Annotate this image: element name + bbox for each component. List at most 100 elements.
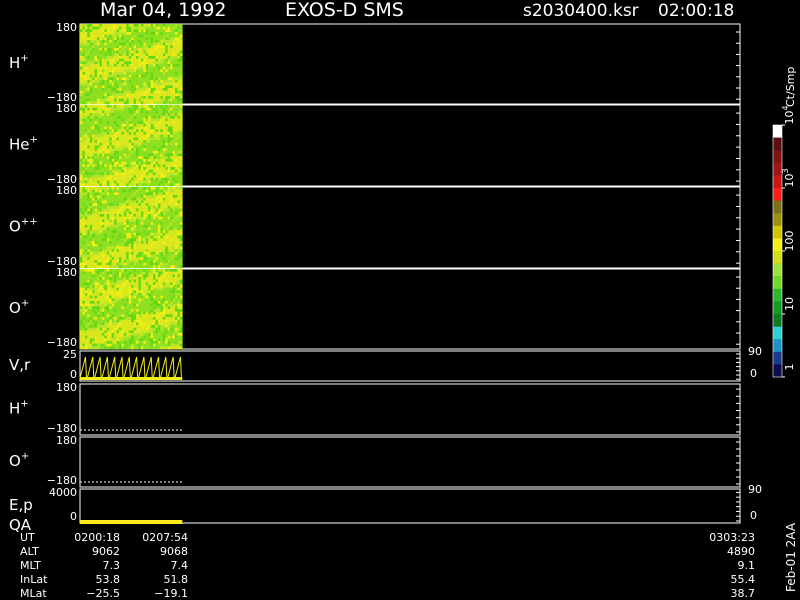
spectrogram-cell bbox=[116, 126, 120, 130]
spectrogram-cell bbox=[143, 113, 147, 117]
spectrogram-cell bbox=[116, 257, 120, 261]
spectrogram-cell bbox=[114, 107, 117, 111]
spectrogram-cell bbox=[106, 269, 110, 272]
spectrogram-cell bbox=[128, 148, 132, 152]
spectrogram-cell bbox=[136, 197, 139, 201]
spectrogram-cell bbox=[145, 137, 149, 141]
spectrogram-cell bbox=[84, 32, 88, 35]
spectrogram-cell bbox=[116, 77, 120, 81]
spectrogram-cell bbox=[174, 251, 178, 255]
spectrogram-cell bbox=[153, 45, 156, 49]
spectrogram-cell bbox=[179, 285, 183, 288]
spectrogram-cell bbox=[165, 175, 168, 179]
spectrogram-cell bbox=[140, 189, 144, 193]
spectrogram-cell bbox=[126, 53, 130, 57]
spectrogram-cell bbox=[89, 205, 93, 209]
spectrogram-cell bbox=[136, 29, 139, 33]
spectrogram-cell bbox=[126, 285, 130, 288]
spectrogram-cell bbox=[145, 216, 149, 220]
spectrogram-cell bbox=[150, 317, 154, 320]
spectrogram-cell bbox=[179, 88, 183, 91]
spectrogram-cell bbox=[138, 306, 142, 310]
spectrogram-cell bbox=[143, 164, 147, 168]
spectrogram-cell bbox=[138, 177, 142, 181]
spectrogram-cell bbox=[145, 177, 149, 181]
spectrogram-cell bbox=[174, 285, 178, 288]
spectrogram-cell bbox=[92, 311, 95, 315]
spectrogram-cell bbox=[106, 113, 110, 117]
spectrogram-cell bbox=[84, 134, 88, 138]
spectrogram-cell bbox=[92, 205, 95, 209]
spectrogram-cell bbox=[109, 26, 112, 30]
spectrogram-cell bbox=[153, 156, 156, 160]
spectrogram-cell bbox=[177, 26, 181, 30]
spectrogram-cell bbox=[136, 159, 139, 162]
spectrogram-cell bbox=[143, 259, 147, 263]
spectrogram-cell bbox=[170, 167, 173, 171]
spectrogram-cell bbox=[114, 64, 117, 67]
spectrogram-cell bbox=[150, 58, 154, 62]
spectrogram-cell bbox=[136, 121, 139, 125]
chart-header: Mar 04, 1992 EXOS-D SMS s2030400.ksr 02:… bbox=[100, 0, 734, 21]
spectrogram-cell bbox=[80, 137, 83, 141]
spectrogram-cell bbox=[82, 338, 86, 342]
spectrogram-cell bbox=[150, 148, 154, 152]
spectrogram-cell bbox=[133, 335, 137, 339]
spectrogram-cell bbox=[82, 203, 86, 207]
spectrogram-cell bbox=[92, 34, 95, 38]
spectrogram-cell bbox=[106, 219, 110, 223]
spectrogram-cell bbox=[172, 61, 176, 65]
spectrogram-cell bbox=[82, 282, 86, 286]
spectrogram-cell bbox=[121, 123, 125, 127]
spectrogram-cell bbox=[131, 222, 134, 226]
spectrogram-cell bbox=[99, 205, 103, 209]
spectrogram-cell bbox=[170, 101, 173, 105]
spectrogram-cell bbox=[84, 24, 88, 27]
spectrogram-cell bbox=[99, 227, 103, 231]
spectrogram-cell bbox=[114, 259, 117, 263]
spectrogram-cell bbox=[104, 271, 108, 275]
spectrogram-cell bbox=[157, 230, 161, 234]
spectrogram-cell bbox=[94, 126, 98, 130]
spectrogram-cell bbox=[162, 107, 166, 111]
spectrogram-cell bbox=[97, 32, 100, 35]
spectrogram-cell bbox=[138, 285, 142, 288]
spectrogram-cell bbox=[109, 66, 112, 70]
spectrogram-cell bbox=[153, 85, 156, 89]
spectrogram-cell bbox=[104, 50, 108, 54]
spectrogram-cell bbox=[92, 200, 95, 204]
spectrogram-cell bbox=[140, 177, 144, 181]
spectrogram-cell bbox=[155, 317, 159, 320]
spectrogram-cell bbox=[82, 118, 86, 122]
spectrogram-cell bbox=[116, 88, 120, 91]
spectrogram-cell bbox=[155, 159, 159, 162]
spectrogram-cell bbox=[97, 82, 100, 86]
spectrogram-cell bbox=[99, 61, 103, 65]
spectrogram-cell bbox=[118, 259, 122, 263]
spectrogram-cell bbox=[126, 303, 130, 307]
spectrogram-cell bbox=[179, 301, 183, 304]
spectrogram-cell bbox=[97, 110, 100, 114]
spectrogram-cell bbox=[165, 241, 168, 244]
spectrogram-cell bbox=[131, 40, 134, 43]
spectrogram-cell bbox=[179, 265, 183, 269]
spectrogram-cell bbox=[92, 56, 95, 59]
spectrogram-cell bbox=[97, 56, 100, 59]
spectrogram-cell bbox=[118, 61, 122, 65]
spectrogram-cell bbox=[118, 271, 122, 275]
spectrogram-cell bbox=[133, 172, 137, 176]
spectrogram-cell bbox=[80, 126, 83, 130]
spectrogram-cell bbox=[143, 123, 147, 127]
spectrogram-cell bbox=[126, 277, 130, 280]
spectrogram-cell bbox=[118, 224, 122, 228]
spectrogram-cell bbox=[179, 26, 183, 30]
spectrogram-cell bbox=[118, 34, 122, 38]
spectrogram-cell bbox=[153, 58, 156, 62]
spectrogram-cell bbox=[94, 277, 98, 280]
spectrogram-cell bbox=[92, 211, 95, 215]
spectrogram-cell bbox=[170, 126, 173, 130]
spectrogram-cell bbox=[145, 107, 149, 111]
spectrogram-cell bbox=[89, 134, 93, 138]
spectrogram-cell bbox=[99, 262, 103, 266]
spectrogram-cell bbox=[143, 98, 147, 102]
